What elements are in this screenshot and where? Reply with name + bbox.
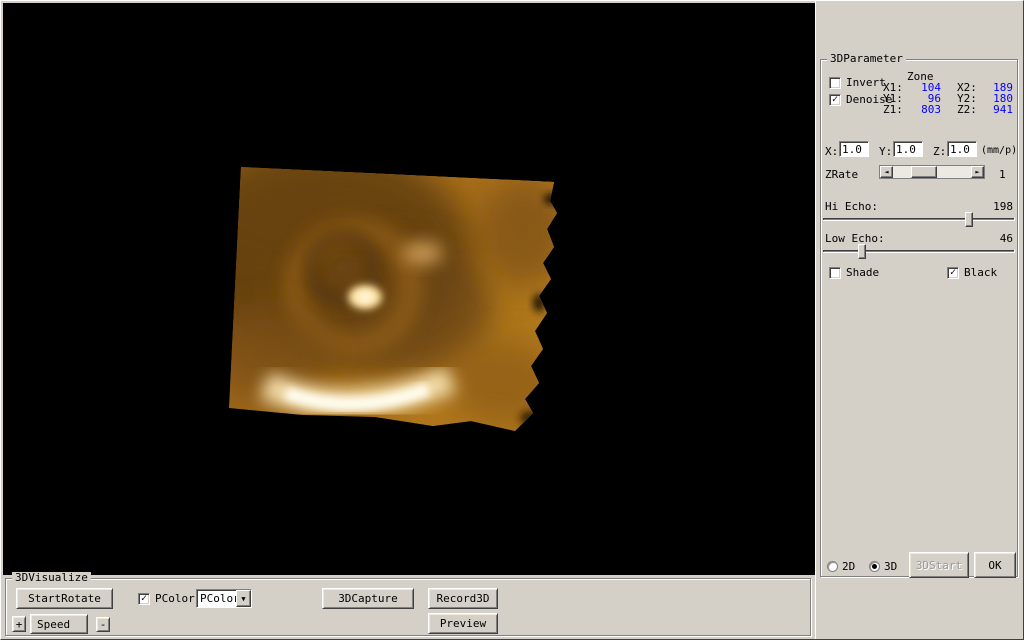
check-icon: ✓ <box>831 93 839 105</box>
radio-3d[interactable]: 3D <box>869 560 897 573</box>
scale-x-input[interactable] <box>839 141 869 157</box>
invert-checkbox[interactable]: Invert <box>829 76 886 89</box>
black-checkbox-box[interactable]: ✓ <box>947 266 959 279</box>
zone-z1-value: 803 <box>921 103 941 116</box>
parameter-groupbox: 3DParameter Invert ✓ Denoise Zone X1: 10… <box>820 53 1018 578</box>
record3d-button[interactable]: Record3D <box>428 588 498 609</box>
low-echo-slider-track[interactable] <box>823 250 1015 253</box>
app-window: 3DParameter Invert ✓ Denoise Zone X1: 10… <box>0 0 1024 640</box>
low-echo-slider-thumb[interactable] <box>858 244 866 259</box>
zrate-label: ZRate <box>825 168 859 181</box>
zrate-value: 1 <box>999 168 1006 181</box>
parameter-panel: 3DParameter Invert ✓ Denoise Zone X1: 10… <box>815 1 1023 639</box>
pcolor-dropdown[interactable]: PColor ▼ <box>196 589 252 608</box>
invert-checkbox-label: Invert <box>846 76 886 89</box>
shade-checkbox-label: Shade <box>846 266 880 279</box>
speed-button[interactable]: Speed <box>30 614 88 634</box>
visualize-groupbox-title: 3DVisualize <box>12 572 91 584</box>
3d-viewport[interactable] <box>3 3 815 575</box>
denoise-checkbox-box[interactable]: ✓ <box>829 93 841 106</box>
hi-echo-slider-track[interactable] <box>823 218 1015 221</box>
3dcapture-button[interactable]: 3DCapture <box>322 588 414 609</box>
radio-3d-circle[interactable] <box>869 561 880 572</box>
scale-z-label: Z: <box>933 145 947 158</box>
hi-echo-slider-thumb[interactable] <box>965 212 973 227</box>
black-checkbox-label: Black <box>964 266 998 279</box>
speed-plus-button[interactable]: + <box>12 616 26 632</box>
shade-checkbox-box[interactable] <box>829 266 841 279</box>
visualize-groupbox: 3DVisualize StartRotate ✓ PColor PColor … <box>5 572 811 636</box>
zone-z1-label: Z1: <box>883 103 903 116</box>
radio-2d-circle[interactable] <box>827 561 838 572</box>
black-checkbox[interactable]: ✓ Black <box>947 266 997 279</box>
zone-z2-label: Z2: <box>957 103 977 116</box>
zrate-scroll-right-icon[interactable]: ► <box>971 166 984 178</box>
zone-z2-value: 941 <box>993 103 1013 116</box>
check-icon: ✓ <box>949 266 957 278</box>
start-rotate-button[interactable]: StartRotate <box>16 588 113 609</box>
zrate-scroll-thumb[interactable] <box>911 166 937 178</box>
speed-minus-button[interactable]: - <box>96 617 110 632</box>
3dstart-button[interactable]: 3DStart <box>909 552 969 578</box>
zrate-scroll-left-icon[interactable]: ◄ <box>880 166 893 178</box>
scale-y-label: Y: <box>879 145 893 158</box>
zrate-scroll-track[interactable] <box>893 166 971 178</box>
radio-3d-label: 3D <box>884 560 898 573</box>
check-icon: ✓ <box>140 592 148 604</box>
scale-unit-label: (mm/p) <box>981 145 1018 156</box>
chevron-down-icon[interactable]: ▼ <box>236 590 251 607</box>
scale-y-input[interactable] <box>893 141 923 157</box>
hi-echo-slider[interactable] <box>823 212 1015 228</box>
preview-button[interactable]: Preview <box>428 613 498 634</box>
pcolor-checkbox-box[interactable]: ✓ <box>138 592 150 605</box>
invert-checkbox-box[interactable] <box>829 76 841 89</box>
radio-2d[interactable]: 2D <box>827 560 855 573</box>
ultrasound-volume <box>229 167 557 431</box>
shade-checkbox[interactable]: Shade <box>829 266 879 279</box>
pcolor-checkbox-label: PColor <box>155 592 195 605</box>
scale-z-input[interactable] <box>947 141 977 157</box>
pcolor-checkbox[interactable]: ✓ PColor <box>138 592 195 605</box>
scale-x-label: X: <box>825 145 839 158</box>
radio-2d-label: 2D <box>842 560 856 573</box>
low-echo-slider[interactable] <box>823 244 1015 260</box>
radio-3d-dot <box>872 564 877 569</box>
ok-button[interactable]: OK <box>974 552 1016 578</box>
parameter-groupbox-title: 3DParameter <box>827 53 906 65</box>
zrate-scrollbar[interactable]: ◄ ► <box>879 165 985 179</box>
pcolor-dropdown-value: PColor <box>200 592 236 605</box>
